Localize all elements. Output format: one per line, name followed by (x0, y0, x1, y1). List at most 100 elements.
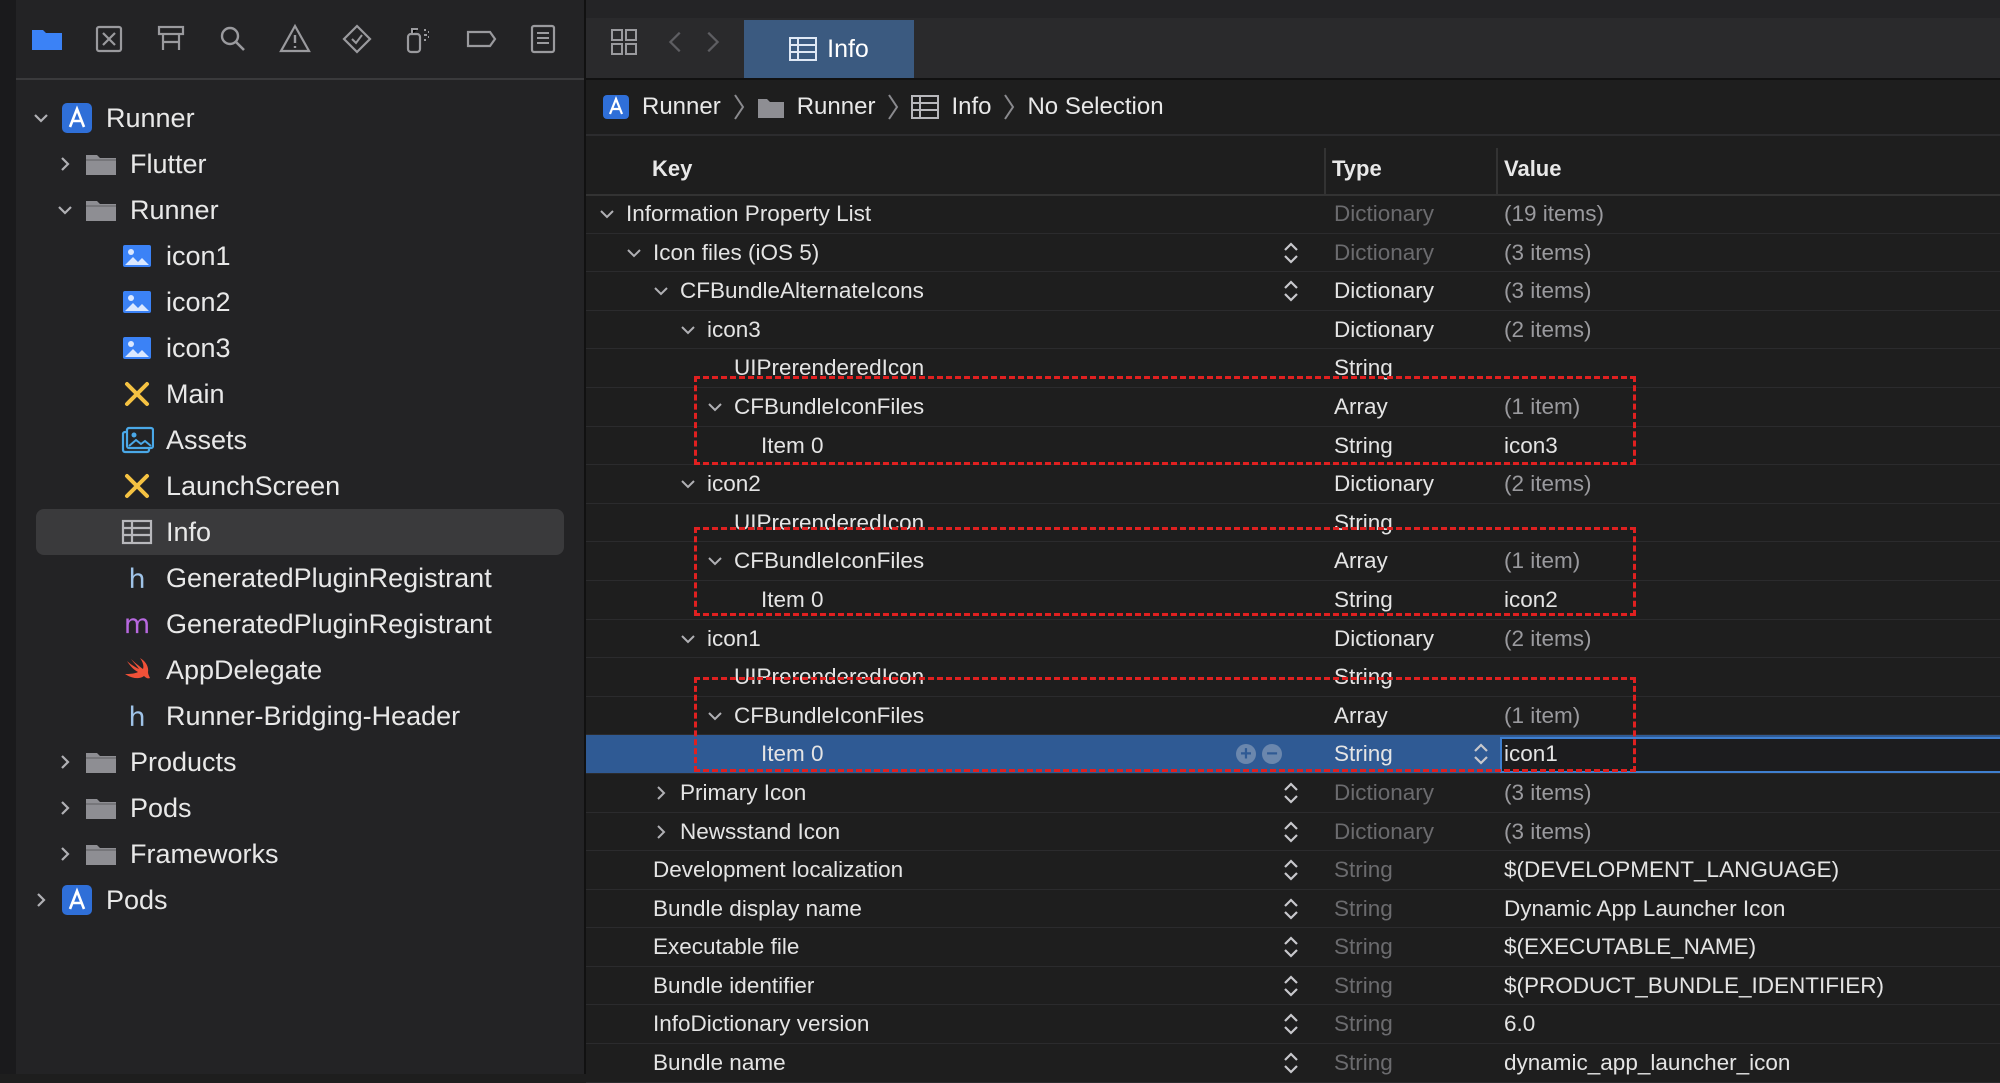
plist-row[interactable]: UIPrerenderedIcon String (586, 349, 2000, 388)
tree-item-frameworks[interactable]: Frameworks (16, 831, 584, 877)
grid-button[interactable] (604, 22, 644, 62)
plist-key-cell[interactable]: Bundle identifier (623, 973, 814, 999)
jumpbar-group[interactable]: Runner (757, 93, 875, 121)
tree-item-pods[interactable]: Pods (16, 877, 584, 923)
plist-key-cell[interactable]: Icon files (iOS 5) (623, 240, 819, 266)
tree-item-appdelegate[interactable]: AppDelegate (16, 647, 584, 693)
plist-row[interactable]: CFBundleIconFiles Array (1 item) (586, 388, 2000, 427)
tree-item-products[interactable]: Products (16, 739, 584, 785)
plist-value-cell[interactable]: (2 items) (1504, 471, 1592, 497)
symbol-navigator-tab[interactable] (140, 8, 202, 70)
key-type-stepper-icon[interactable] (1282, 858, 1300, 882)
plist-type-cell[interactable]: Dictionary (1334, 471, 1434, 497)
key-type-stepper-icon[interactable] (1282, 974, 1300, 998)
plist-key-cell[interactable]: UIPrerenderedIcon (704, 510, 924, 536)
source-control-navigator-tab[interactable] (78, 8, 140, 70)
plist-type-cell[interactable]: Array (1334, 394, 1388, 420)
disclosure-triangle[interactable] (704, 705, 726, 727)
plist-value-cell[interactable]: (2 items) (1504, 626, 1592, 652)
test-navigator-tab[interactable] (326, 8, 388, 70)
plist-value-cell[interactable]: $(PRODUCT_BUNDLE_IDENTIFIER) (1504, 973, 1884, 999)
find-navigator-tab[interactable] (202, 8, 264, 70)
disclosure-chevron[interactable] (50, 747, 80, 777)
plist-key-cell[interactable]: Newsstand Icon (650, 819, 840, 845)
type-stepper-icon[interactable] (1472, 742, 1490, 766)
plist-row[interactable]: Bundle display name String Dynamic App Lau… (586, 890, 2000, 929)
plist-type-cell[interactable]: Dictionary (1334, 819, 1434, 845)
plist-key-cell[interactable]: CFBundleIconFiles (704, 703, 924, 729)
plist-key-cell[interactable]: Executable file (623, 934, 799, 960)
tree-item-icon1[interactable]: icon1 (16, 233, 584, 279)
plist-key-cell[interactable]: CFBundleIconFiles (704, 548, 924, 574)
plist-type-cell[interactable]: String (1334, 857, 1393, 883)
plist-value-cell[interactable]: icon1 (1504, 741, 1558, 767)
plist-row[interactable]: Information Property List Dictionary (19 i… (586, 195, 2000, 234)
plist-key-cell[interactable]: CFBundleAlternateIcons (650, 278, 924, 304)
plist-value-cell[interactable]: (2 items) (1504, 317, 1592, 343)
plist-type-cell[interactable]: String (1334, 355, 1393, 381)
tree-item-info[interactable]: Info (36, 509, 564, 555)
plist-value-cell[interactable]: (3 items) (1504, 819, 1592, 845)
back-button[interactable] (656, 22, 696, 62)
plist-row[interactable]: Newsstand Icon Dictionary (3 items) (586, 813, 2000, 852)
plist-row[interactable]: Item 0 String icon3 (586, 427, 2000, 466)
plist-type-cell[interactable]: String (1334, 934, 1393, 960)
key-type-stepper-icon[interactable] (1282, 1012, 1300, 1036)
tree-item-pods[interactable]: Pods (16, 785, 584, 831)
disclosure-triangle[interactable] (704, 396, 726, 418)
plist-row[interactable]: CFBundleAlternateIcons Dictionary (3 items… (586, 272, 2000, 311)
plist-type-cell[interactable]: Dictionary (1334, 201, 1434, 227)
remove-row-icon[interactable]: − (1262, 744, 1282, 765)
plist-key-cell[interactable]: Primary Icon (650, 780, 806, 806)
plist-row[interactable]: UIPrerenderedIcon String (586, 658, 2000, 697)
project-navigator-tab[interactable] (16, 8, 78, 70)
disclosure-triangle[interactable] (650, 821, 672, 843)
plist-value-cell[interactable]: icon2 (1504, 587, 1558, 613)
plist-row[interactable]: icon2 Dictionary (2 items) (586, 465, 2000, 504)
plist-key-cell[interactable]: icon2 (677, 471, 761, 497)
plist-row[interactable]: icon1 Dictionary (2 items) (586, 620, 2000, 659)
column-header-value[interactable]: Value (1504, 156, 1561, 182)
plist-type-cell[interactable]: Dictionary (1334, 626, 1434, 652)
plist-row[interactable]: Item 0 + − String icon1 (586, 735, 2000, 774)
disclosure-chevron[interactable] (50, 195, 80, 225)
plist-row[interactable]: Bundle name String dynamic_app_launcher_ic… (586, 1044, 2000, 1083)
plist-type-cell[interactable]: Dictionary (1334, 317, 1434, 343)
tree-item-flutter[interactable]: Flutter (16, 141, 584, 187)
plist-key-cell[interactable]: InfoDictionary version (623, 1011, 869, 1037)
disclosure-triangle[interactable] (650, 782, 672, 804)
plist-value-cell[interactable]: (3 items) (1504, 278, 1592, 304)
tree-item-generatedpluginregistrant[interactable]: m GeneratedPluginRegistrant (16, 601, 584, 647)
plist-row[interactable]: Executable file String $(EXECUTABLE_NAME) (586, 928, 2000, 967)
tree-item-main[interactable]: Main (16, 371, 584, 417)
plist-row[interactable]: Icon files (iOS 5) Dictionary (3 items) (586, 234, 2000, 273)
tree-item-runner[interactable]: Runner (16, 95, 584, 141)
disclosure-chevron[interactable] (50, 793, 80, 823)
plist-row[interactable]: Item 0 String icon2 (586, 581, 2000, 620)
tree-item-icon2[interactable]: icon2 (16, 279, 584, 325)
key-type-stepper-icon[interactable] (1282, 781, 1300, 805)
plist-key-cell[interactable]: Item 0 (731, 587, 824, 613)
disclosure-triangle[interactable] (677, 628, 699, 650)
plist-row[interactable]: Bundle identifier String $(PRODUCT_BUNDLE_… (586, 967, 2000, 1006)
plist-type-cell[interactable]: Dictionary (1334, 240, 1434, 266)
disclosure-chevron[interactable] (50, 149, 80, 179)
jumpbar-selection[interactable]: No Selection (1027, 93, 1163, 121)
plist-value-cell[interactable]: icon3 (1504, 433, 1558, 459)
jumpbar-project[interactable]: Runner (602, 93, 721, 121)
plist-value-cell[interactable]: (1 item) (1504, 703, 1580, 729)
plist-key-cell[interactable]: Item 0 (731, 741, 824, 767)
key-type-stepper-icon[interactable] (1282, 820, 1300, 844)
plist-key-cell[interactable]: Bundle display name (623, 896, 862, 922)
key-type-stepper-icon[interactable] (1282, 279, 1300, 303)
report-navigator-tab[interactable] (512, 8, 574, 70)
plist-value-cell[interactable]: (1 item) (1504, 548, 1580, 574)
tree-item-runner-bridging-header[interactable]: h Runner-Bridging-Header (16, 693, 584, 739)
column-divider[interactable] (1324, 148, 1326, 194)
plist-row[interactable]: icon3 Dictionary (2 items) (586, 311, 2000, 350)
plist-row[interactable]: CFBundleIconFiles Array (1 item) (586, 697, 2000, 736)
disclosure-triangle[interactable] (596, 203, 618, 225)
tree-item-launchscreen[interactable]: LaunchScreen (16, 463, 584, 509)
plist-value-cell[interactable]: (3 items) (1504, 240, 1592, 266)
plist-type-cell[interactable]: String (1334, 1011, 1393, 1037)
